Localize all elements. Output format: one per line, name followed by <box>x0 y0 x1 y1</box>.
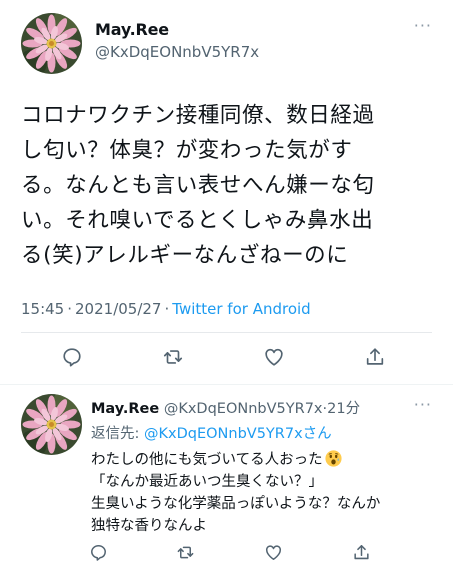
tweet-actions <box>0 346 453 374</box>
more-options-icon[interactable]: ··· <box>414 395 432 414</box>
display-name[interactable]: May.Ree <box>95 20 169 39</box>
meta-separator: · <box>67 300 73 318</box>
more-options-icon[interactable]: ··· <box>414 16 432 35</box>
retweet-icon[interactable] <box>162 346 186 370</box>
share-icon[interactable] <box>364 346 388 370</box>
like-icon[interactable] <box>264 543 288 567</box>
reply-tweet: May.Ree @KxDqEONnbV5YR7x·21分 ··· 返信先: @K… <box>0 385 453 581</box>
replying-to-handle[interactable]: @KxDqEONnbV5YR7xさん <box>144 426 332 442</box>
tweet-source[interactable]: Twitter for Android <box>172 300 310 318</box>
reply-age[interactable]: 21分 <box>327 401 360 417</box>
divider <box>21 332 432 333</box>
share-icon[interactable] <box>352 543 376 567</box>
reply-icon[interactable] <box>89 543 113 567</box>
reply-header: May.Ree @KxDqEONnbV5YR7x·21分 <box>91 397 360 418</box>
avatar[interactable] <box>21 394 82 455</box>
avatar[interactable] <box>21 13 82 74</box>
reply-icon[interactable] <box>61 346 85 370</box>
tweet-text: コロナワクチン接種同僚、数日経過 し匂い？体臭？が変わった気がす る。なんとも言… <box>21 103 375 268</box>
replying-to: 返信先: @KxDqEONnbV5YR7xさん <box>91 422 332 443</box>
tweet-meta: 15:45 · 2021/05/27 · Twitter for Android <box>21 300 311 318</box>
meta-separator: · <box>164 300 170 318</box>
tweet-time[interactable]: 15:45 <box>21 300 64 318</box>
retweet-icon[interactable] <box>176 543 200 567</box>
tweet-date[interactable]: 2021/05/27 <box>75 300 161 318</box>
display-name[interactable]: May.Ree <box>91 401 159 417</box>
replying-label: 返信先: <box>91 426 144 442</box>
like-icon[interactable] <box>263 346 287 370</box>
user-handle[interactable]: @KxDqEONnbV5YR7x <box>164 401 323 417</box>
astonished-face-icon <box>325 450 342 467</box>
reply-actions <box>0 543 453 567</box>
reply-text: わたしの他にも気づいてる人おった 「なんか最近あいつ生臭くない？」 生臭いような… <box>91 449 436 537</box>
reply-text-line1: わたしの他にも気づいてる人おった <box>91 452 323 468</box>
main-tweet: May.Ree @KxDqEONnbV5YR7x ··· コロナワクチン接種同僚… <box>0 0 453 373</box>
reply-text-rest: 「なんか最近あいつ生臭くない？」 生臭いような化学薬品っぽいような？なんか 独特… <box>91 474 381 534</box>
user-handle[interactable]: @KxDqEONnbV5YR7x <box>95 43 259 61</box>
